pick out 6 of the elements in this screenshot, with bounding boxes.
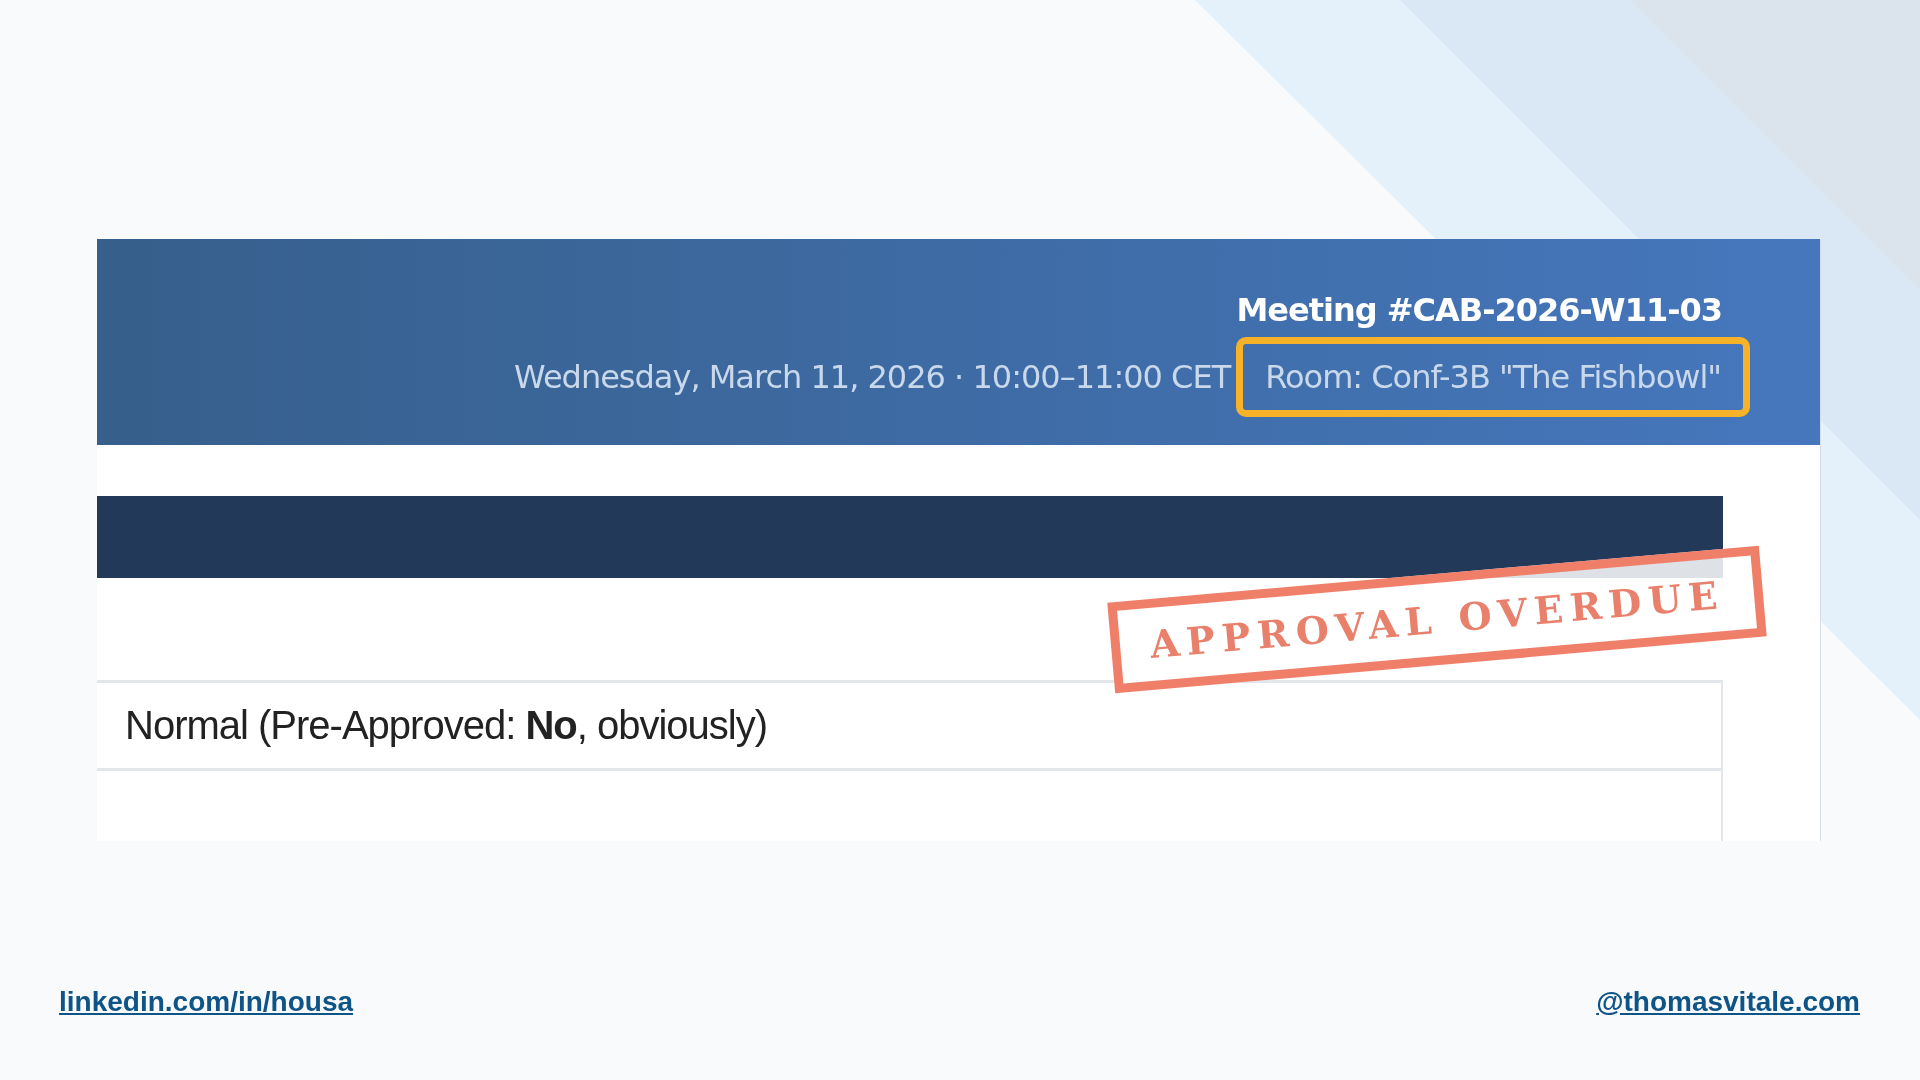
website-link[interactable]: @thomasvitale.com xyxy=(1596,986,1860,1018)
meeting-room: Room: Conf-3B "The Fishbowl" xyxy=(1236,337,1750,417)
table-cell: Normal (Pre-Approved: No, obviously) xyxy=(125,703,767,748)
linkedin-link[interactable]: linkedin.com/in/housa xyxy=(59,986,354,1018)
meeting-schedule: Wednesday, March 11, 2026 · 10:00–11:00 CET xyxy=(514,358,1231,396)
meeting-title: Meeting #CAB-2026-W11-03 xyxy=(1236,291,1722,329)
